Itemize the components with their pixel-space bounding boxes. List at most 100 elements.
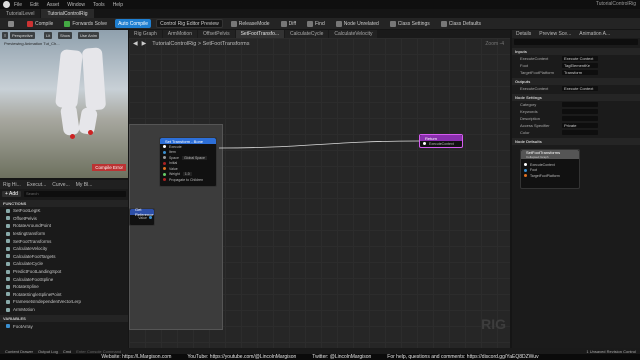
viewport-menu-button[interactable]: ≡ — [2, 32, 9, 39]
tab-tutorial-control-rig[interactable]: TutorialControlRig — [41, 9, 94, 18]
function-icon — [6, 307, 10, 312]
pin-target-foot-platform: TargetFootPlatform — [521, 173, 579, 179]
list-item[interactable]: SetFootLegIK — [0, 207, 128, 215]
list-item[interactable]: FootArray — [0, 322, 128, 330]
list-item[interactable]: CalculateFootSpline — [0, 275, 128, 283]
list-item[interactable]: RotateSingleSplinePoint — [0, 291, 128, 299]
set-transform-node[interactable]: Set Transform - Bone Execute Item Space G… — [159, 137, 217, 187]
inputs-header[interactable]: Inputs — [512, 48, 640, 55]
preview-viewport[interactable]: ≡ Perspective Lit Show Use Anim Previewi… — [0, 30, 128, 178]
row-value-field[interactable] — [562, 130, 598, 135]
transform-pin-icon — [163, 167, 166, 171]
tab-arm-motion[interactable]: ArmMotion — [162, 30, 197, 38]
class-defaults-button[interactable]: Class Defaults — [438, 19, 484, 28]
node-unrelated-button[interactable]: Node Unrelated — [333, 19, 382, 28]
weight-value[interactable]: 1.0 — [182, 172, 192, 177]
pin-propagate[interactable]: Propagate to Children — [160, 177, 216, 183]
row-value-field[interactable] — [562, 102, 598, 107]
function-icon — [6, 216, 10, 221]
menu-file[interactable]: File — [14, 2, 22, 8]
console-input[interactable]: Enter Console Command — [76, 349, 121, 354]
pin-execute-context[interactable]: ExecuteContext — [420, 141, 462, 147]
row-value-field[interactable] — [562, 116, 598, 121]
row-value-field[interactable]: Execute Context — [562, 56, 598, 61]
search-input[interactable]: Search — [23, 190, 126, 197]
get-reference-node[interactable]: Get Reference Value — [129, 207, 155, 226]
menu-edit[interactable]: Edit — [30, 2, 39, 8]
lit-button[interactable]: Lit — [44, 32, 53, 39]
release-mode-button[interactable]: ReleaseMode — [228, 19, 273, 28]
tab-offset-pelvis[interactable]: OffsetPelvis — [197, 30, 235, 38]
list-item[interactable]: RotateAroundPoint — [0, 222, 128, 230]
class-settings-button[interactable]: Class Settings — [387, 19, 433, 28]
preview-dropdown[interactable]: Control Rig Editor Preview — [156, 19, 223, 28]
tab-preview-scene[interactable]: Preview Sce... — [535, 31, 575, 37]
compile-button[interactable]: Compile — [24, 19, 56, 28]
foot-control-icon[interactable] — [70, 134, 75, 139]
menu-window[interactable]: Window — [67, 2, 85, 8]
outputs-header[interactable]: Outputs — [512, 78, 640, 85]
list-item[interactable]: SetFootTransforms — [0, 237, 128, 245]
node-icon — [335, 20, 342, 27]
details-search-input[interactable] — [514, 39, 638, 45]
node-settings-header[interactable]: Node Settings — [512, 94, 640, 101]
tab-curves[interactable]: Curve... — [52, 182, 70, 188]
show-button[interactable]: Show — [58, 32, 73, 39]
list-item[interactable]: OffsetPelvis — [0, 215, 128, 223]
list-item[interactable]: CalculateVelocity — [0, 245, 128, 253]
tab-calculate-cycle[interactable]: CalculateCycle — [285, 30, 329, 38]
graph-canvas[interactable]: ◀ ▶ TutorialControlRig > SetFootTransfor… — [129, 38, 510, 348]
row-value-field[interactable]: Execute Context — [562, 86, 598, 91]
auto-compile-toggle[interactable]: Auto Compile — [115, 19, 152, 28]
return-node[interactable]: Return ExecuteContext — [419, 134, 463, 148]
pin-label: ExecuteContext — [429, 141, 454, 146]
foot-control-icon[interactable] — [88, 130, 93, 135]
tab-animation-asset[interactable]: Animation A... — [575, 31, 614, 37]
list-item[interactable]: testingtransform — [0, 230, 128, 238]
row-value-field[interactable]: Private — [562, 123, 598, 128]
tab-tutorial-level[interactable]: TutorialLevel — [0, 9, 41, 18]
list-item[interactable]: CalculateCycle — [0, 260, 128, 268]
functions-header[interactable]: FUNCTIONS — [0, 200, 128, 207]
tab-rig-graph[interactable]: Rig Graph — [129, 30, 162, 38]
find-button[interactable]: Find — [304, 19, 328, 28]
cmd-button[interactable]: Cmd — [63, 349, 71, 354]
output-log-button[interactable]: Output Log — [38, 349, 58, 354]
content-drawer-button[interactable]: Content Drawer — [5, 349, 33, 354]
forwards-solve-button[interactable]: Forwards Solve — [61, 19, 110, 28]
function-icon — [6, 223, 10, 228]
node-defaults-header[interactable]: Node Defaults — [512, 138, 640, 145]
list-item[interactable]: RotateSpline — [0, 283, 128, 291]
menu-asset[interactable]: Asset — [47, 2, 60, 8]
function-icon — [6, 208, 10, 213]
space-value[interactable]: Global Space — [181, 155, 207, 160]
tab-execution[interactable]: Execut... — [27, 182, 46, 188]
save-button[interactable] — [5, 19, 19, 28]
unreal-logo-icon — [3, 1, 10, 8]
pin-value-out[interactable]: Value — [130, 215, 154, 221]
compile-label: Compile — [35, 20, 54, 27]
float-pin-icon — [163, 172, 166, 176]
list-item[interactable]: ArmMotion — [0, 306, 128, 314]
tab-calculate-velocity[interactable]: CalculateVelocity — [329, 30, 378, 38]
diff-button[interactable]: Diff — [278, 19, 299, 28]
variables-header[interactable]: VARIABLES — [0, 315, 128, 323]
list-item[interactable]: CalculateFootTargets — [0, 253, 128, 261]
use-anim-button[interactable]: Use Anim — [78, 32, 100, 39]
row-value-field[interactable]: Transform — [562, 70, 598, 75]
perspective-button[interactable]: Perspective — [10, 32, 35, 39]
revision-status[interactable]: 1 Unsaved Revision Control — [586, 349, 636, 354]
menu-help[interactable]: Help — [113, 2, 123, 8]
list-item[interactable]: FramesetsIndependentVectorLerp — [0, 298, 128, 306]
tab-my-blueprint[interactable]: My Bl... — [76, 182, 93, 188]
tab-details[interactable]: Details — [512, 31, 535, 37]
row-label: Keywords — [520, 109, 538, 114]
row-value-field[interactable] — [562, 109, 598, 114]
banner-website: Website: https://LMargison.com — [101, 354, 172, 360]
tab-set-foot-transforms[interactable]: SetFootTransfo... — [235, 30, 285, 38]
row-value-field[interactable]: TagElementKe — [562, 63, 598, 68]
menu-tools[interactable]: Tools — [93, 2, 105, 8]
tab-rig-hierarchy[interactable]: Rig Hi... — [3, 182, 21, 188]
list-item[interactable]: PredictFootLandingSpot — [0, 268, 128, 276]
add-button[interactable]: + Add — [2, 190, 21, 197]
